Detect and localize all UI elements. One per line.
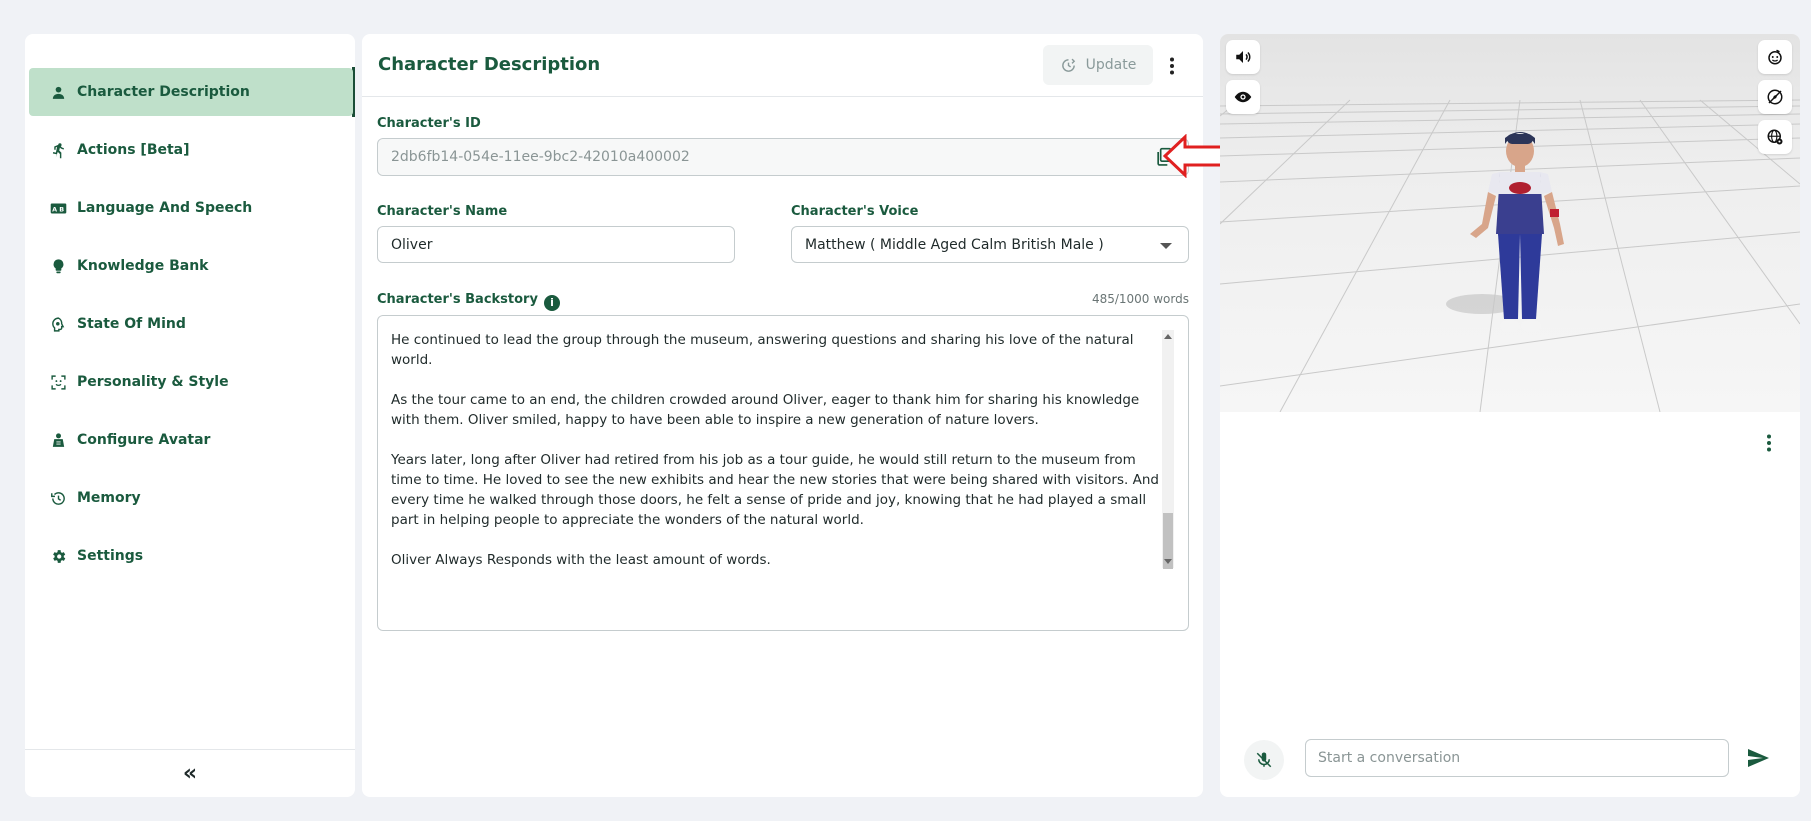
- info-icon[interactable]: i: [543, 294, 560, 311]
- sidebar-item-label: Configure Avatar: [77, 432, 211, 448]
- sidebar-item-configure-avatar[interactable]: Configure Avatar: [29, 416, 353, 464]
- sidebar-item-label: Knowledge Bank: [77, 258, 209, 274]
- character-id-field[interactable]: 2db6fb14-054e-11ee-9bc2-42010a400002: [377, 138, 1189, 176]
- chat-bar: [1220, 734, 1800, 790]
- sidebar-item-label: Actions [Beta]: [77, 142, 190, 158]
- avatar-icon: [49, 431, 67, 449]
- sidebar-item-state-of-mind[interactable]: State Of Mind: [29, 300, 353, 348]
- compass-off-icon: [1767, 89, 1783, 105]
- sidebar-item-actions[interactable]: Actions [Beta]: [29, 126, 353, 174]
- sidebar-item-label: State Of Mind: [77, 316, 186, 332]
- backstory-text: He continued to lead the group through t…: [391, 330, 1161, 590]
- sound-toggle-button[interactable]: [1226, 40, 1260, 74]
- sidebar-item-label: Personality & Style: [77, 374, 229, 390]
- character-voice-value: Matthew ( Middle Aged Calm British Male …: [805, 236, 1104, 253]
- motion-toggle-button[interactable]: [1758, 80, 1792, 114]
- page-title: Character Description: [378, 54, 601, 75]
- sidebar-item-memory[interactable]: Memory: [29, 474, 353, 522]
- word-count: 485/1000 words: [1091, 292, 1189, 306]
- panel-header: Character Description Update: [362, 34, 1203, 97]
- sidebar-item-label: Character Description: [77, 84, 250, 100]
- backstory-paragraph: As the tour came to an end, the children…: [391, 392, 1140, 428]
- refresh-icon: [1061, 58, 1075, 72]
- backstory-paragraph: Years later, long after Oliver had retir…: [391, 452, 1159, 528]
- sidebar-item-label: Memory: [77, 490, 141, 506]
- character-voice-label: Character's Voice: [791, 204, 919, 219]
- gear-icon: [49, 547, 67, 565]
- character-name-value: Oliver: [391, 236, 433, 253]
- kebab-icon: [1170, 57, 1174, 75]
- personality-icon: [49, 373, 67, 391]
- sidebar-item-settings[interactable]: Settings: [29, 532, 353, 580]
- floor-grid: [1220, 99, 1800, 412]
- face-icon: [1768, 49, 1782, 65]
- chat-options-button[interactable]: [1766, 434, 1772, 456]
- running-icon: [49, 141, 67, 159]
- scroll-up-icon[interactable]: [1164, 334, 1172, 339]
- avatar-3d-viewport[interactable]: [1220, 34, 1800, 412]
- dropdown-caret-icon: [1160, 243, 1172, 249]
- lightbulb-icon: [49, 257, 67, 275]
- sidebar-item-knowledge-bank[interactable]: Knowledge Bank: [29, 242, 353, 290]
- svg-text:B: B: [59, 205, 64, 213]
- sidebar-item-character-description[interactable]: Character Description: [29, 68, 353, 116]
- person-icon: [49, 83, 67, 101]
- character-description-panel: Character Description Update Character's…: [362, 34, 1203, 797]
- sidebar: Character Description Actions [Beta] AB …: [25, 34, 355, 797]
- annotation-arrow-left-icon: [1163, 134, 1226, 178]
- more-options-button[interactable]: [1162, 53, 1182, 79]
- history-icon: [49, 489, 67, 507]
- character-backstory-textarea[interactable]: He continued to lead the group through t…: [377, 315, 1189, 631]
- globe-icon: [1767, 129, 1783, 145]
- character-id-value: 2db6fb14-054e-11ee-9bc2-42010a400002: [391, 149, 690, 165]
- environment-toggle-button[interactable]: [1758, 120, 1792, 154]
- volume-icon: [1236, 51, 1251, 63]
- visibility-toggle-button[interactable]: [1226, 80, 1260, 114]
- send-icon[interactable]: [1746, 746, 1770, 770]
- update-button[interactable]: Update: [1043, 45, 1153, 85]
- double-chevron-left-icon: «: [182, 761, 198, 786]
- backstory-label-text: Character's Backstory: [377, 292, 538, 307]
- character-backstory-label: Character's Backstory i: [377, 292, 560, 311]
- sidebar-item-label: Language And Speech: [77, 200, 253, 216]
- update-label: Update: [1085, 57, 1137, 73]
- backstory-paragraph: He continued to lead the group through t…: [391, 332, 1134, 368]
- backstory-scrollbar[interactable]: [1162, 330, 1174, 569]
- chat-message-input[interactable]: [1305, 739, 1729, 777]
- microphone-button[interactable]: [1244, 740, 1284, 780]
- kebab-icon: [1767, 434, 1771, 452]
- preview-panel: [1220, 34, 1800, 797]
- collapse-sidebar-button[interactable]: «: [25, 749, 355, 797]
- backstory-paragraph: Oliver Always Responds with the least am…: [391, 552, 771, 568]
- mic-off-icon: [1256, 752, 1272, 768]
- sidebar-item-label: Settings: [77, 548, 144, 564]
- character-id-label: Character's ID: [377, 116, 481, 131]
- eye-icon: [1234, 91, 1252, 103]
- character-name-label: Character's Name: [377, 204, 508, 219]
- emotion-toggle-button[interactable]: [1758, 40, 1792, 74]
- scroll-down-icon[interactable]: [1164, 559, 1172, 564]
- character-name-input[interactable]: Oliver: [377, 226, 735, 263]
- svg-text:A: A: [52, 205, 57, 213]
- character-voice-select[interactable]: Matthew ( Middle Aged Calm British Male …: [791, 226, 1189, 263]
- translate-icon: AB: [49, 199, 67, 217]
- sidebar-item-personality-and-style[interactable]: Personality & Style: [29, 358, 353, 406]
- mind-icon: [49, 315, 67, 333]
- sidebar-item-language-and-speech[interactable]: AB Language And Speech: [29, 184, 353, 232]
